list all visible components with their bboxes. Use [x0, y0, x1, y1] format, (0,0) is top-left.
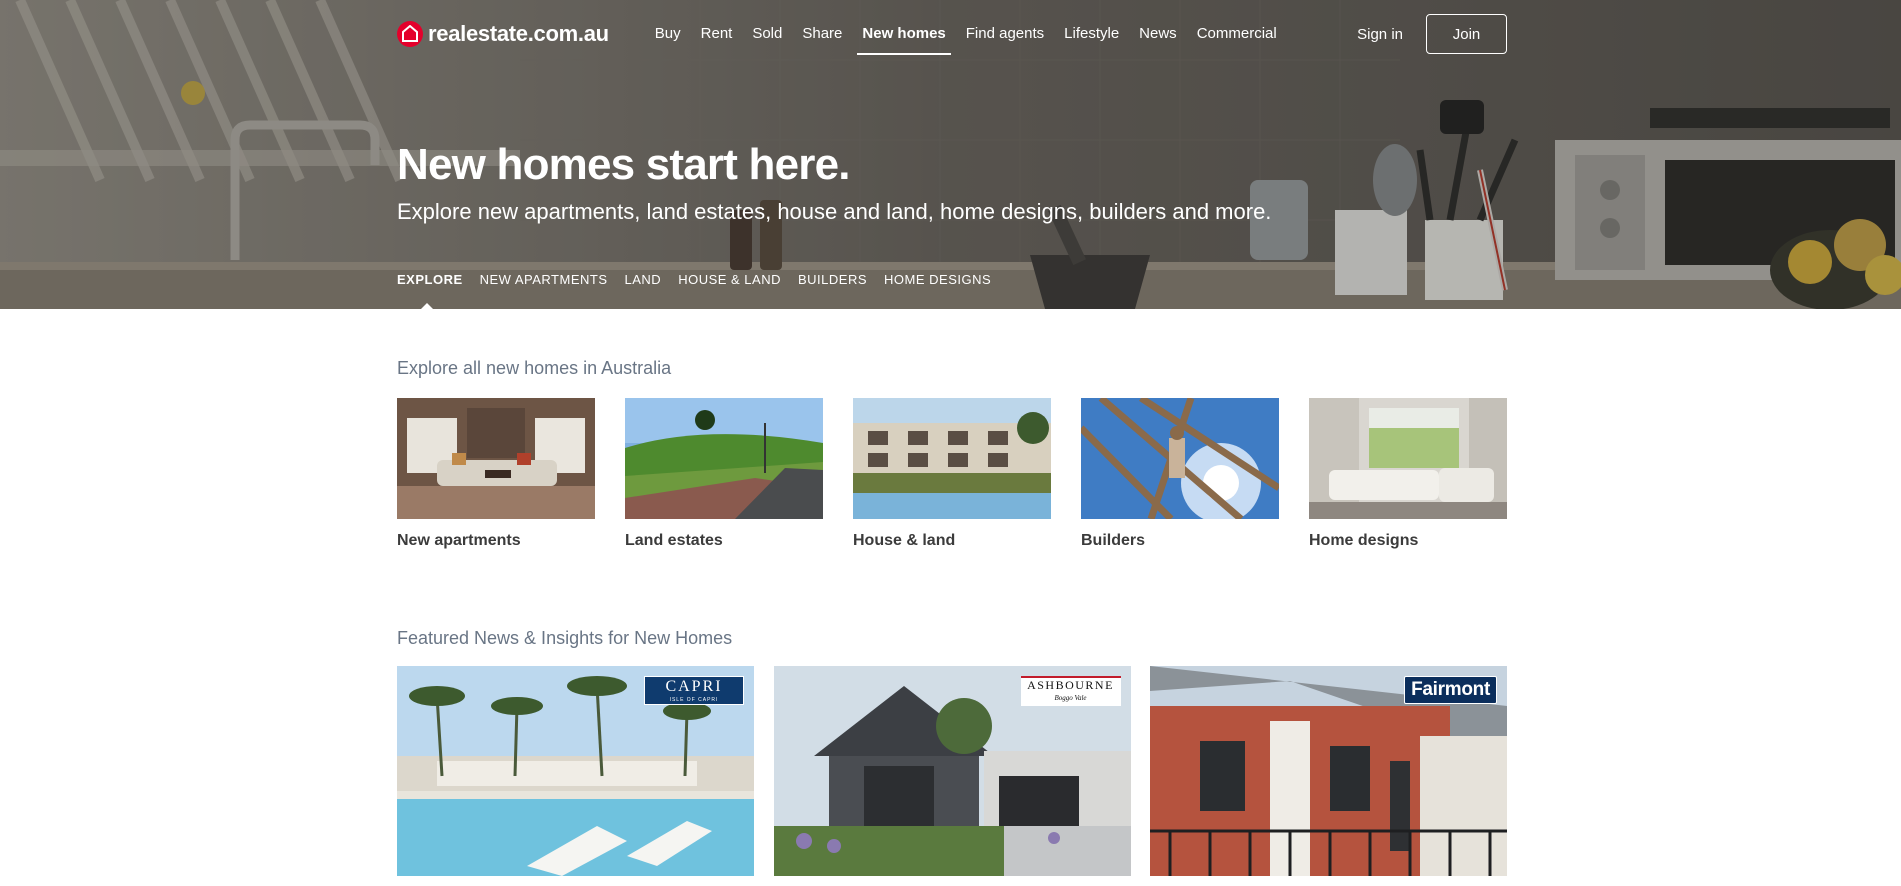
category-land-estates[interactable]: Land estates — [625, 398, 823, 550]
tab-land[interactable]: Land — [625, 272, 662, 294]
join-button[interactable]: Join — [1426, 14, 1507, 54]
house-logo-icon — [397, 21, 423, 47]
nav-sold[interactable]: Sold — [742, 14, 792, 54]
builders-image — [1081, 398, 1279, 519]
fairmont-brand-logo: Fairmont — [1404, 676, 1497, 704]
hero-banner: realestate.com.au Buy Rent Sold Share Ne… — [0, 0, 1901, 309]
house-and-land-image — [853, 398, 1051, 519]
tab-home-designs[interactable]: Home designs — [884, 272, 991, 294]
news-section-title: Featured News & Insights for New Homes — [397, 628, 733, 648]
category-label: Land estates — [625, 532, 723, 549]
featured-news: CAPRI ISLE OF CAPRI ASHBOURNE Boggo Vale — [397, 666, 1507, 876]
nav-new-homes[interactable]: New homes — [852, 14, 955, 55]
land-estates-image — [625, 398, 823, 519]
brand-name: ASHBOURNE — [1027, 678, 1114, 692]
section-tabs: Explore New apartments Land House & land… — [397, 272, 1507, 309]
nav-find-agents[interactable]: Find agents — [956, 14, 1054, 54]
category-house-and-land[interactable]: House & land — [853, 398, 1051, 550]
main-nav: Buy Rent Sold Share New homes Find agent… — [645, 14, 1287, 55]
tab-house-and-land[interactable]: House & land — [678, 272, 781, 294]
ashbourne-brand-logo: ASHBOURNE Boggo Vale — [1020, 676, 1121, 706]
sign-in-link[interactable]: Sign in — [1357, 26, 1403, 43]
explore-section-title: Explore all new homes in Australia — [397, 358, 672, 378]
news-card-ashbourne[interactable]: ASHBOURNE Boggo Vale — [773, 666, 1131, 876]
category-label: Builders — [1081, 532, 1146, 549]
hero-headline: New homes start here. — [397, 140, 851, 189]
account-actions: Sign in Join — [1357, 14, 1507, 54]
nav-commercial[interactable]: Commercial — [1187, 14, 1287, 54]
explore-categories: New apartments Land estates House & land… — [397, 398, 1507, 550]
category-new-apartments[interactable]: New apartments — [397, 398, 595, 550]
nav-share[interactable]: Share — [792, 14, 852, 54]
active-tab-indicator — [419, 303, 435, 309]
news-card-capri[interactable]: CAPRI ISLE OF CAPRI — [397, 666, 754, 876]
category-builders[interactable]: Builders — [1081, 398, 1279, 550]
news-card-fairmont[interactable]: Fairmont — [1150, 666, 1507, 876]
top-navigation: realestate.com.au Buy Rent Sold Share Ne… — [397, 14, 1507, 55]
category-home-designs[interactable]: Home designs — [1309, 398, 1507, 550]
brand-subtitle: ISLE OF CAPRI — [669, 697, 719, 703]
logo-text: realestate.com.au — [428, 21, 609, 46]
tab-explore[interactable]: Explore — [397, 272, 463, 294]
hero-subline: Explore new apartments, land estates, ho… — [397, 199, 1272, 224]
nav-buy[interactable]: Buy — [645, 14, 691, 54]
nav-lifestyle[interactable]: Lifestyle — [1054, 14, 1129, 54]
new-apartments-image — [397, 398, 595, 519]
tab-builders[interactable]: Builders — [798, 272, 867, 294]
brand-subtitle: Boggo Vale — [1054, 694, 1087, 702]
nav-rent[interactable]: Rent — [691, 14, 743, 54]
capri-brand-logo: CAPRI ISLE OF CAPRI — [644, 676, 744, 705]
nav-news[interactable]: News — [1129, 14, 1187, 54]
brand-name: CAPRI — [665, 678, 723, 695]
site-logo[interactable]: realestate.com.au — [397, 14, 609, 54]
home-designs-image — [1309, 398, 1507, 519]
category-label: House & land — [853, 532, 956, 549]
category-label: New apartments — [397, 532, 521, 549]
tab-new-apartments[interactable]: New apartments — [480, 272, 608, 294]
category-label: Home designs — [1309, 532, 1419, 549]
